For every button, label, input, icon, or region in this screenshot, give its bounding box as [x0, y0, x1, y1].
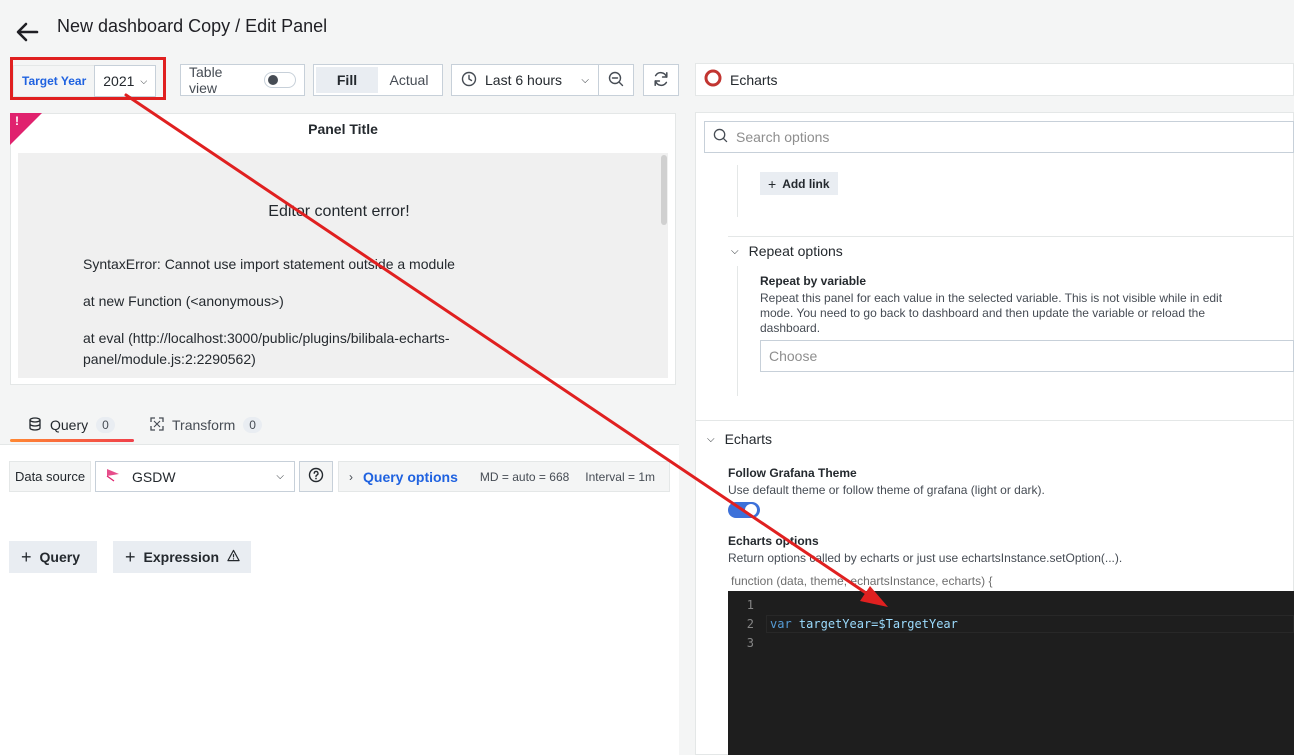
- database-icon: [28, 416, 42, 434]
- query-options-toggle[interactable]: › Query options MD = auto = 668 Interval…: [338, 461, 670, 492]
- max-datapoints-text: MD = auto = 668: [479, 469, 570, 484]
- choose-placeholder: Choose: [769, 348, 818, 364]
- chevron-down-icon: ⌵: [140, 75, 148, 86]
- variable-label: Target Year: [13, 65, 95, 97]
- repeat-options-header[interactable]: ⌵ Repeat options: [731, 243, 843, 259]
- error-line: at eval (http://localhost:3000/public/pl…: [83, 330, 450, 346]
- repeat-by-label: Repeat by variable: [760, 274, 867, 288]
- datasource-select[interactable]: GSDW ⌵: [95, 461, 295, 492]
- zoom-out-button[interactable]: [599, 64, 634, 96]
- code-gutter: 1 2 3: [728, 591, 766, 755]
- add-expression-label: Expression: [143, 549, 219, 565]
- tab-query-label: Query: [50, 417, 89, 433]
- actual-button[interactable]: Actual: [378, 67, 440, 93]
- error-line: SyntaxError: Cannot use import statement…: [83, 256, 455, 272]
- echarts-section-header[interactable]: ⌵ Echarts: [707, 431, 772, 447]
- visualization-picker[interactable]: Echarts: [695, 63, 1294, 96]
- chevron-down-icon: ⌵: [707, 433, 715, 445]
- variable-select[interactable]: 2021 ⌵: [94, 65, 157, 97]
- echarts-section-title: Echarts: [724, 431, 773, 447]
- add-link-button[interactable]: + Add link: [760, 172, 838, 195]
- section-guide-line: [737, 165, 738, 217]
- variable-value: 2021: [103, 73, 135, 89]
- table-view-label: Table view: [189, 64, 223, 96]
- query-count-badge: 0: [96, 417, 115, 433]
- add-expression-button[interactable]: + Expression: [113, 541, 251, 573]
- panel-title[interactable]: Panel Title: [10, 121, 676, 137]
- add-query-label: Query: [39, 549, 80, 565]
- panel-scrollbar[interactable]: [661, 155, 667, 225]
- function-signature: function (data, theme, echartsInstance, …: [731, 574, 993, 588]
- line-number: 2: [746, 617, 754, 631]
- clock-icon: [461, 71, 477, 90]
- datasource-help-button[interactable]: [299, 461, 333, 492]
- active-tab-indicator: [10, 439, 134, 442]
- search-options-input[interactable]: Search options: [704, 121, 1294, 153]
- section-divider: [728, 236, 1294, 237]
- time-range-value: Last 6 hours: [485, 72, 563, 88]
- question-circle-icon: [308, 467, 324, 486]
- plus-icon: +: [21, 546, 32, 567]
- chevron-down-icon: ⌵: [276, 471, 284, 482]
- fill-actual-radio: Fill Actual: [313, 64, 443, 96]
- code-line[interactable]: var targetYear=$TargetYear: [770, 617, 958, 631]
- echarts-options-label: Echarts options: [728, 534, 819, 548]
- error-title: Editor content error!: [268, 203, 410, 220]
- tab-query[interactable]: Query 0: [10, 408, 134, 442]
- repeat-variable-select[interactable]: Choose: [760, 340, 1294, 372]
- table-view-toggle[interactable]: Table view: [180, 64, 305, 96]
- toggle-switch[interactable]: [264, 72, 296, 88]
- zoom-out-icon: [608, 71, 624, 90]
- search-icon: [713, 128, 728, 146]
- follow-theme-toggle[interactable]: [728, 502, 760, 518]
- refresh-button[interactable]: [643, 64, 679, 96]
- line-number: 1: [746, 598, 754, 612]
- chevron-down-icon: ⌵: [731, 245, 739, 257]
- transform-icon: [150, 416, 164, 434]
- datasource-logo-icon: [106, 468, 120, 485]
- interval-text: Interval = 1m: [585, 469, 655, 484]
- tab-transform-label: Transform: [172, 417, 236, 433]
- section-guide-line: [737, 266, 738, 396]
- code-expression: targetYear=$TargetYear: [798, 617, 958, 631]
- follow-theme-desc: Use default theme or follow theme of gra…: [728, 483, 1045, 497]
- visualization-name: Echarts: [730, 71, 778, 88]
- repeat-by-desc: mode. You need to go back to dashboard a…: [760, 306, 1206, 320]
- transform-count-badge: 0: [243, 417, 262, 433]
- echarts-options-desc: Return options called by echarts or just…: [728, 551, 1123, 565]
- tab-transform[interactable]: Transform 0: [150, 408, 262, 442]
- follow-theme-label: Follow Grafana Theme: [728, 466, 857, 480]
- datasource-value: GSDW: [132, 468, 176, 485]
- repeat-by-desc: Repeat this panel for each value in the …: [760, 291, 1223, 305]
- page-title: New dashboard Copy / Edit Panel: [57, 16, 328, 36]
- add-link-label: Add link: [782, 176, 830, 191]
- error-line: at new Function (<anonymous>): [83, 293, 284, 309]
- plus-icon: +: [125, 546, 136, 567]
- refresh-icon: [652, 70, 670, 91]
- variable-picker: Target Year 2021 ⌵: [13, 64, 157, 98]
- query-options-label: Query options: [363, 468, 458, 485]
- fill-button[interactable]: Fill: [316, 67, 378, 93]
- datasource-label: Data source: [9, 461, 91, 492]
- repeat-by-desc: dashboard.: [760, 321, 821, 335]
- repeat-options-title: Repeat options: [748, 243, 843, 259]
- warning-icon: [227, 549, 240, 565]
- chevron-down-icon: ⌵: [581, 74, 589, 86]
- code-keyword: var: [770, 617, 792, 631]
- error-line: panel/module.js:2:2290562): [83, 351, 256, 367]
- section-divider: [696, 420, 1294, 421]
- search-placeholder: Search options: [736, 129, 830, 145]
- echarts-logo-icon: [704, 69, 722, 90]
- add-query-button[interactable]: + Query: [9, 541, 97, 573]
- chevron-right-icon: ›: [349, 469, 353, 484]
- line-number: 3: [746, 636, 754, 650]
- time-range-picker[interactable]: Last 6 hours ⌵: [451, 64, 599, 96]
- plus-icon: +: [768, 175, 777, 192]
- back-arrow-icon[interactable]: [14, 20, 40, 44]
